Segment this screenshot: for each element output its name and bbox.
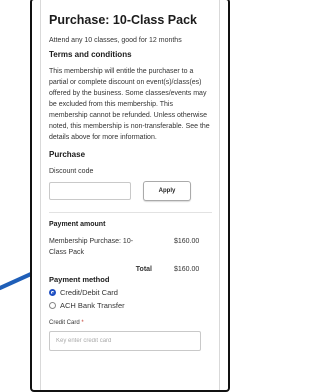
purchase-form: Purchase: 10-Class Pack Attend any 10 cl…	[40, 0, 220, 390]
line-item-description: Membership Purchase: 10-Class Pack	[49, 238, 134, 256]
purchase-heading: Purchase	[49, 150, 86, 159]
payment-option-credit-card[interactable]: Credit/Debit Card	[49, 288, 212, 297]
total-row: Total $160.00	[49, 266, 212, 273]
package-description: Attend any 10 classes, good for 12 month…	[49, 37, 182, 44]
discount-code-row: Apply	[49, 181, 212, 201]
discount-code-input[interactable]	[49, 182, 131, 200]
payment-option-label: Credit/Debit Card	[60, 288, 118, 297]
terms-heading: Terms and conditions	[49, 50, 132, 59]
payment-option-ach[interactable]: ACH Bank Transfer	[49, 301, 212, 310]
line-item-row: Membership Purchase: 10-Class Pack $160.…	[49, 236, 212, 258]
page-title: Purchase: 10-Class Pack	[49, 13, 198, 27]
terms-text: This membership will entitle the purchas…	[49, 68, 210, 141]
radio-selected-icon[interactable]	[49, 289, 56, 296]
credit-card-input[interactable]	[49, 331, 201, 351]
credit-card-label-text: Credit Card	[49, 320, 80, 326]
purchase-panel: Purchase: 10-Class Pack Attend any 10 cl…	[30, 0, 230, 392]
credit-card-label: Credit Card *	[49, 320, 212, 326]
total-label: Total	[135, 266, 152, 273]
payment-method-heading: Payment method	[49, 275, 110, 284]
required-marker: *	[81, 320, 84, 326]
discount-code-label: Discount code	[49, 168, 94, 175]
apply-button[interactable]: Apply	[143, 181, 191, 201]
section-divider	[49, 212, 212, 213]
payment-amount-heading: Payment amount	[49, 221, 106, 228]
line-item-price: $160.00	[174, 238, 200, 245]
radio-unselected-icon[interactable]	[49, 302, 56, 309]
total-value: $160.00	[174, 266, 200, 273]
payment-option-label: ACH Bank Transfer	[60, 301, 125, 310]
